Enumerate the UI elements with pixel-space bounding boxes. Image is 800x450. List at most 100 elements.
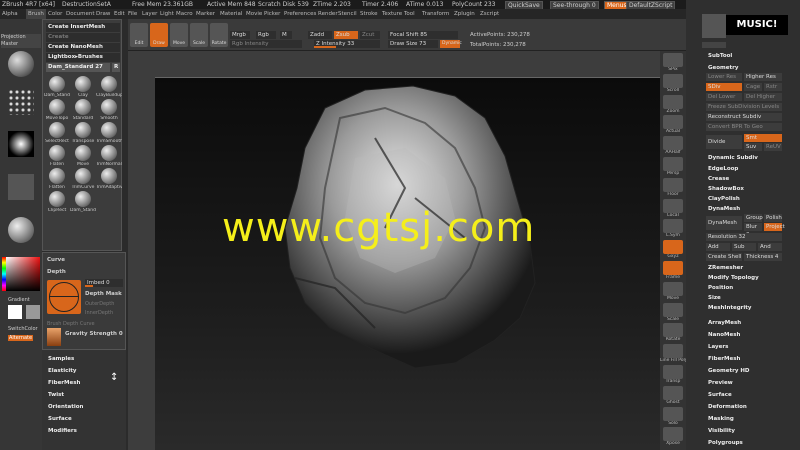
claypolish-item[interactable]: ClayPolish [708, 196, 740, 202]
menu-color[interactable]: Color [48, 9, 62, 19]
viewport-tool-16-button[interactable] [663, 385, 683, 400]
menu-marker[interactable]: Marker [196, 9, 215, 19]
dynamesh-header[interactable]: DynaMesh [708, 206, 740, 212]
menu-stencil[interactable]: Stencil [338, 9, 357, 19]
modifiers-item[interactable]: Modifiers [48, 428, 77, 434]
menu-file[interactable]: File [128, 9, 137, 19]
viewport-tool-9-button[interactable] [663, 240, 683, 255]
brush-8-icon[interactable] [101, 122, 117, 138]
edgeloop-item[interactable]: EdgeLoop [708, 166, 738, 172]
crease-item[interactable]: Crease [708, 176, 729, 182]
m-button[interactable]: M [280, 31, 292, 39]
viewport-tool-14-button[interactable] [663, 344, 683, 359]
meshintegrity-item[interactable]: MeshIntegrity [708, 305, 751, 311]
create-nanomesh-button[interactable]: Create NanoMesh Brush [46, 43, 120, 59]
layers-item[interactable]: Layers [708, 344, 728, 350]
sdiv-slider[interactable]: SDiv [706, 83, 742, 91]
hue-strip[interactable] [2, 257, 6, 291]
depth-mask-button[interactable]: Depth Mask [85, 291, 122, 297]
modify-topology-item[interactable]: Modify Topology [708, 275, 759, 281]
viewport-tool-15-button[interactable] [663, 365, 683, 379]
gravity-strength-slider[interactable]: Gravity Strength 0 [65, 331, 123, 337]
polygroups-item[interactable]: Polygroups [708, 440, 743, 446]
menu-material[interactable]: Material [220, 9, 242, 19]
thickness-slider[interactable]: Thickness 4 [744, 253, 782, 261]
viewport-tool-6-button[interactable] [663, 177, 683, 192]
brush-16-icon[interactable] [75, 191, 91, 207]
z-intensity-slider[interactable]: Z Intensity 33 [314, 40, 380, 48]
viewport-tool-5-button[interactable] [663, 157, 683, 171]
viewport-tool-7-button[interactable] [663, 198, 683, 213]
viewport-tool-13-button[interactable] [663, 323, 683, 338]
position-item[interactable]: Position [708, 285, 733, 291]
zremesher-item[interactable]: ZRemesher [708, 265, 743, 271]
alpha-thumbnail-icon[interactable] [8, 131, 34, 157]
resolution-slider[interactable]: Resolution 32 [706, 233, 782, 241]
brush-6-icon[interactable] [49, 122, 65, 138]
viewport-tool-3-button[interactable] [663, 115, 683, 130]
rgb-button[interactable]: Rgb [256, 31, 276, 39]
menu-tool[interactable]: Tool [404, 9, 415, 19]
brush-r-button[interactable]: R [112, 63, 120, 72]
brush-7-icon[interactable] [75, 122, 91, 138]
brush-0-icon[interactable] [49, 76, 65, 92]
tool-thumbnail-icon[interactable] [702, 14, 726, 38]
viewport-tool-0-button[interactable] [663, 53, 683, 67]
dynamesh-button[interactable]: DynaMesh [706, 216, 742, 230]
edit-button[interactable]: Edit [130, 23, 148, 47]
texture-thumbnail-icon[interactable] [8, 174, 34, 200]
brush-4-icon[interactable] [75, 99, 91, 115]
shadowbox-item[interactable]: ShadowBox [708, 186, 744, 192]
del-higher-button[interactable]: Del Higher [744, 93, 782, 101]
brush-3-icon[interactable] [49, 99, 65, 115]
viewport-tool-18-button[interactable] [663, 427, 683, 442]
zsub-button[interactable]: Zsub [334, 31, 358, 39]
menu-macro[interactable]: Macro [176, 9, 193, 19]
menu-transform[interactable]: Transform [422, 9, 449, 19]
visibility-item[interactable]: Visibility [708, 428, 735, 434]
menu-zscript[interactable]: Zscript [480, 9, 499, 19]
projection-master-button[interactable]: Projection Master [1, 34, 41, 48]
geometry-hd-item[interactable]: Geometry HD [708, 368, 750, 374]
rgb-intensity-slider[interactable]: Rgb Intensity [230, 40, 302, 48]
sub-button[interactable]: Sub [732, 243, 756, 251]
menu-alpha[interactable]: Alpha [2, 9, 18, 19]
freeze-subdiv-button[interactable]: Freeze SubDivision Levels [706, 103, 782, 111]
menu-picker[interactable]: Picker [264, 9, 280, 19]
create-insertmesh-button[interactable]: Create InsertMesh [46, 23, 120, 32]
color-picker[interactable] [6, 257, 40, 291]
masking-item[interactable]: Masking [708, 416, 734, 422]
brush-11-icon[interactable] [101, 145, 117, 161]
geometry-header[interactable]: Geometry [708, 65, 738, 71]
fibermesh-palette-item[interactable]: FiberMesh [708, 356, 740, 362]
divide-button[interactable]: Divide [706, 135, 742, 149]
material-thumbnail-icon[interactable] [8, 217, 34, 243]
lower-res-button[interactable]: Lower Res [706, 73, 742, 81]
outer-depth-slider[interactable]: OuterDepth [85, 301, 114, 307]
alternate-button[interactable]: Alternate [8, 335, 34, 341]
lightbox-brushes-button[interactable]: Lightbox▸Brushes [46, 53, 120, 62]
scale-button[interactable]: Scale [190, 23, 208, 47]
menu-stroke[interactable]: Stroke [360, 9, 378, 19]
menu-preferences[interactable]: Preferences [284, 9, 316, 19]
twist-item[interactable]: Twist [48, 392, 64, 398]
project-button[interactable]: Project [764, 223, 785, 231]
deformation-item[interactable]: Deformation [708, 404, 747, 410]
samples-item[interactable]: Samples [48, 356, 74, 362]
orientation-item[interactable]: Orientation [48, 404, 83, 410]
reuv-button[interactable]: ReUV [764, 143, 782, 151]
brush-15-icon[interactable] [49, 191, 65, 207]
arraymesh-item[interactable]: ArrayMesh [708, 320, 741, 326]
brush-13-icon[interactable] [75, 168, 91, 184]
zadd-button[interactable]: Zadd [308, 31, 332, 39]
brush-14-icon[interactable] [101, 168, 117, 184]
zcut-button[interactable]: Zcut [360, 31, 380, 39]
dynamic-subdiv-item[interactable]: Dynamic Subdiv [708, 155, 758, 161]
create-shell-button[interactable]: Create Shell [706, 253, 742, 261]
secondary-color-swatch[interactable] [26, 305, 40, 319]
elasticity-item[interactable]: Elasticity [48, 368, 77, 374]
brush-current-slider[interactable]: Dam_Standard 27 [46, 63, 110, 72]
suv-button[interactable]: Suv [744, 143, 762, 151]
higher-res-button[interactable]: Higher Res [744, 73, 782, 81]
menu-draw[interactable]: Draw [96, 9, 110, 19]
